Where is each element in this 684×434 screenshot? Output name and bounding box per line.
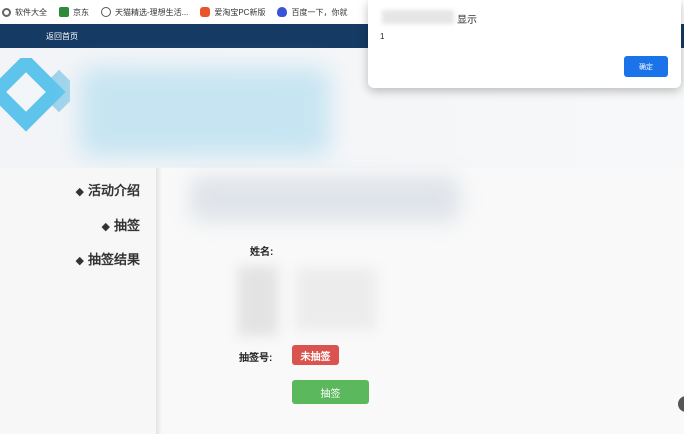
blurred-section-title	[190, 176, 460, 222]
draw-button[interactable]: 抽签	[292, 380, 369, 404]
bookmark-label: 京东	[73, 7, 89, 17]
dialog-title: 显示	[457, 15, 477, 26]
sidebar-item-label: 活动介绍	[87, 183, 140, 198]
alert-dialog: 显示 1 确定	[368, 0, 681, 88]
globe-icon	[101, 7, 111, 17]
blurred-name-detail	[296, 268, 376, 330]
sidebar-item-label: 抽签	[113, 218, 140, 233]
bookmark-label: 百度一下，你就	[291, 7, 348, 17]
name-label: 姓名:	[250, 247, 274, 258]
diamond-bullet-icon: ◆	[101, 221, 110, 233]
bookmark-taobao[interactable]: 爱淘宝PC新版	[200, 7, 265, 18]
gear-icon	[2, 7, 11, 17]
bookmark-label: 天猫精选-理想生活...	[115, 7, 189, 17]
sidebar-item-results[interactable]: ◆ 抽签结果	[76, 249, 140, 268]
draw-number-label: 抽签号:	[239, 353, 273, 364]
bookmark-label: 软件大全	[15, 7, 47, 17]
blurred-banner-title	[80, 68, 330, 156]
sidebar-item-intro[interactable]: ◆ 活动介绍	[76, 180, 140, 199]
baidu-icon	[277, 7, 288, 17]
blurred-site-name	[382, 10, 454, 24]
jd-icon	[59, 7, 69, 17]
dialog-message: 1	[380, 32, 385, 41]
status-badge: 未抽签	[292, 345, 339, 365]
bookmark-label: 爱淘宝PC新版	[214, 7, 266, 17]
diamond-bullet-icon: ◆	[75, 255, 84, 267]
bookmark-software[interactable]: 软件大全	[2, 7, 47, 18]
taobao-icon	[200, 7, 211, 17]
bookmark-jd[interactable]: 京东	[59, 7, 89, 18]
blurred-name-value	[238, 266, 278, 336]
bookmark-tmall[interactable]: 天猫精选-理想生活...	[101, 7, 188, 18]
sidebar: ◆ 活动介绍 ◆ 抽签 ◆ 抽签结果	[0, 168, 158, 434]
sidebar-item-label: 抽签结果	[87, 252, 140, 267]
home-link[interactable]: 返回首页	[46, 31, 78, 42]
diamond-bullet-icon: ◆	[75, 186, 84, 198]
bookmark-baidu[interactable]: 百度一下，你就	[277, 7, 347, 18]
sidebar-item-draw[interactable]: ◆ 抽签	[102, 215, 140, 234]
logo	[0, 58, 70, 138]
ok-button[interactable]: 确定	[624, 56, 668, 77]
